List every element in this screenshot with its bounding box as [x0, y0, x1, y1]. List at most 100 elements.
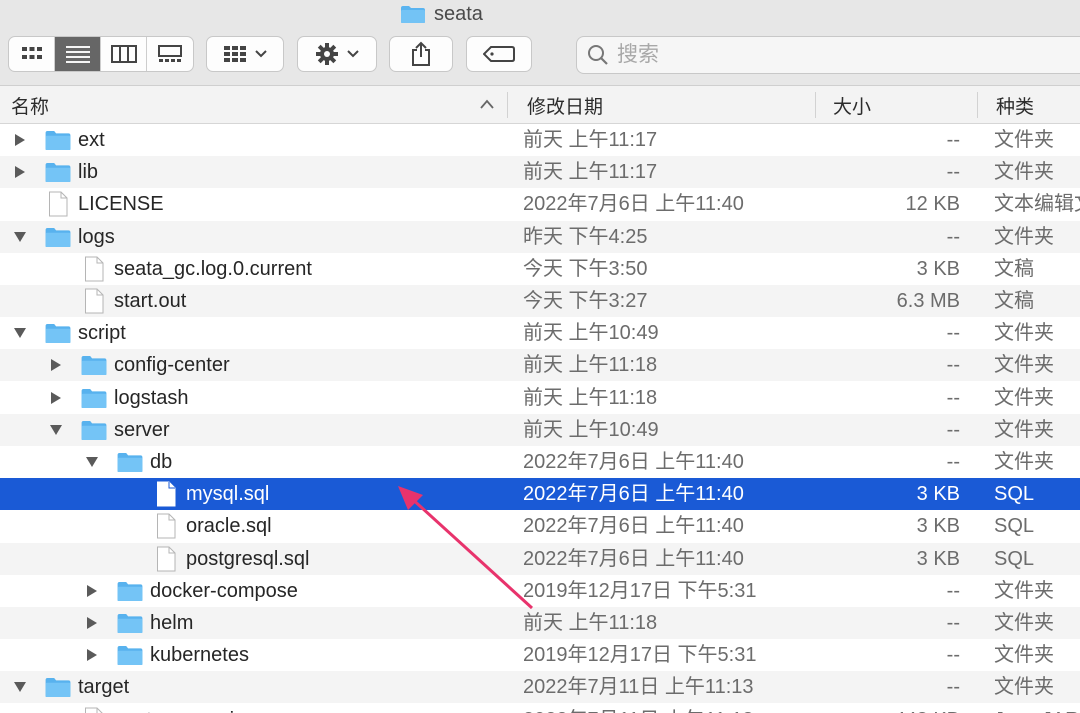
size-column-header[interactable]: 大小	[833, 86, 871, 124]
item-name: logstash	[114, 386, 189, 409]
file-row[interactable]: start.out 今天 下午3:27 6.3 MB 文稿	[0, 285, 1080, 317]
item-kind: 文件夹	[994, 386, 1054, 409]
folder-row[interactable]: ext 前天 上午11:17 -- 文件夹	[0, 124, 1080, 156]
folder-icon	[44, 227, 72, 248]
file-row[interactable]: oracle.sql 2022年7月6日 上午11:40 3 KB SQL	[0, 510, 1080, 542]
list-view-button[interactable]	[55, 37, 101, 71]
folder-row[interactable]: db 2022年7月6日 上午11:40 -- 文件夹	[0, 446, 1080, 478]
item-date: 2022年7月11日 上午11:13	[523, 704, 754, 713]
folder-row[interactable]: config-center 前天 上午11:18 -- 文件夹	[0, 349, 1080, 382]
tag-button[interactable]	[466, 36, 532, 72]
item-kind: 文件夹	[994, 676, 1054, 699]
gallery-view-button[interactable]	[147, 37, 193, 71]
item-size: 3 KB	[916, 515, 960, 538]
item-name: helm	[150, 612, 194, 634]
kind-column-header[interactable]: 种类	[996, 86, 1034, 124]
sort-ascending-icon[interactable]	[480, 99, 494, 109]
item-name: docker-compose	[150, 579, 298, 602]
disclosure-collapsed-icon[interactable]	[10, 124, 30, 156]
item-date: 2022年7月6日 上午11:40	[523, 515, 744, 538]
item-date: 2022年7月6日 上午11:40	[523, 193, 744, 216]
disclosure-expanded-icon[interactable]	[82, 446, 102, 478]
folder-icon	[44, 130, 72, 151]
item-name: seata_gc.log.0.current	[114, 257, 312, 280]
group-by-button[interactable]	[206, 36, 284, 72]
item-date: 2022年7月11日 上午11:13	[523, 676, 754, 699]
folder-row[interactable]: lib 前天 上午11:17 -- 文件夹	[0, 156, 1080, 189]
item-date: 今天 下午3:50	[523, 257, 648, 280]
icon-view-button[interactable]	[9, 37, 55, 71]
disclosure-expanded-icon[interactable]	[10, 671, 30, 703]
item-name: lib	[78, 161, 99, 184]
item-date: 2019年12月17日 下午5:31	[523, 579, 757, 602]
name-column-header[interactable]: 名称	[11, 86, 49, 124]
gallery-view-icon	[158, 45, 182, 62]
date-column-label: 修改日期	[527, 96, 604, 118]
disclosure-collapsed-icon[interactable]	[82, 607, 102, 639]
folder-icon	[44, 677, 72, 698]
window-toolbar: seata	[0, 0, 1080, 86]
window-title: seata	[400, 0, 483, 28]
item-size: --	[946, 579, 960, 602]
folder-row[interactable]: kubernetes 2019年12月17日 下午5:31 -- 文件夹	[0, 639, 1080, 671]
disclosure-collapsed-icon[interactable]	[10, 156, 30, 188]
item-name: config-center	[114, 354, 230, 377]
folder-icon	[116, 581, 144, 602]
icon-view-icon	[21, 47, 42, 59]
item-size: 3 KB	[916, 547, 960, 570]
file-row[interactable]: mysql.sql 2022年7月6日 上午11:40 3 KB SQL	[0, 478, 1080, 511]
search-input[interactable]	[617, 43, 1017, 67]
folder-icon	[80, 388, 108, 409]
disclosure-collapsed-icon[interactable]	[46, 349, 66, 381]
file-row[interactable]: seata-server.jar 2022年7月11日 上午11:13 443 KB…	[0, 704, 1080, 713]
disclosure-expanded-icon[interactable]	[10, 317, 30, 349]
action-menu-button[interactable]	[297, 36, 377, 72]
tag-icon	[483, 46, 515, 62]
column-divider[interactable]	[815, 92, 816, 118]
share-icon	[412, 41, 430, 66]
item-name: kubernetes	[150, 644, 249, 667]
column-view-button[interactable]	[101, 37, 147, 71]
document-icon	[156, 481, 176, 507]
view-mode-control[interactable]	[8, 36, 194, 72]
item-size: 3 KB	[916, 483, 960, 506]
folder-row[interactable]: logstash 前天 上午11:18 -- 文件夹	[0, 382, 1080, 414]
file-row[interactable]: LICENSE 2022年7月6日 上午11:40 12 KB 文本编辑文稿	[0, 188, 1080, 220]
disclosure-collapsed-icon[interactable]	[82, 639, 102, 671]
item-name: target	[78, 676, 130, 699]
document-icon	[84, 288, 104, 314]
item-date: 昨天 下午4:25	[523, 225, 648, 248]
item-date: 前天 上午11:18	[523, 354, 658, 377]
folder-row[interactable]: target 2022年7月11日 上午11:13 -- 文件夹	[0, 671, 1080, 704]
folder-row[interactable]: helm 前天 上午11:18 -- 文件夹	[0, 607, 1080, 639]
gear-icon	[316, 43, 338, 65]
search-field[interactable]	[576, 36, 1080, 74]
disclosure-collapsed-icon[interactable]	[82, 575, 102, 607]
folder-icon	[116, 452, 144, 473]
folder-row[interactable]: docker-compose 2019年12月17日 下午5:31 -- 文件夹	[0, 575, 1080, 607]
item-size: --	[946, 612, 960, 634]
item-size: --	[946, 322, 960, 345]
file-row[interactable]: seata_gc.log.0.current 今天 下午3:50 3 KB 文稿	[0, 253, 1080, 285]
date-column-header[interactable]: 修改日期	[527, 86, 603, 124]
size-column-label: 大小	[833, 96, 872, 118]
disclosure-expanded-icon[interactable]	[10, 221, 30, 253]
item-kind: 文件夹	[994, 612, 1054, 634]
folder-row[interactable]: logs 昨天 下午4:25 -- 文件夹	[0, 220, 1080, 253]
share-button[interactable]	[389, 36, 453, 72]
column-divider[interactable]	[977, 92, 978, 118]
item-size: --	[946, 386, 960, 409]
disclosure-collapsed-icon[interactable]	[46, 382, 66, 414]
column-view-icon	[110, 45, 137, 63]
item-date: 2022年7月6日 上午11:40	[523, 547, 744, 570]
file-row[interactable]: postgresql.sql 2022年7月6日 上午11:40 3 KB SQL	[0, 542, 1080, 575]
item-kind: 文件夹	[994, 451, 1054, 473]
column-header: 名称 修改日期 大小 种类	[0, 86, 1080, 124]
item-kind: 文件夹	[994, 322, 1054, 345]
folder-row[interactable]: server 前天 上午10:49 -- 文件夹	[0, 413, 1080, 446]
column-divider[interactable]	[507, 92, 508, 118]
folder-icon	[80, 420, 108, 441]
folder-row[interactable]: script 前天 上午10:49 -- 文件夹	[0, 317, 1080, 349]
disclosure-expanded-icon[interactable]	[46, 414, 66, 446]
item-size: --	[946, 676, 960, 699]
